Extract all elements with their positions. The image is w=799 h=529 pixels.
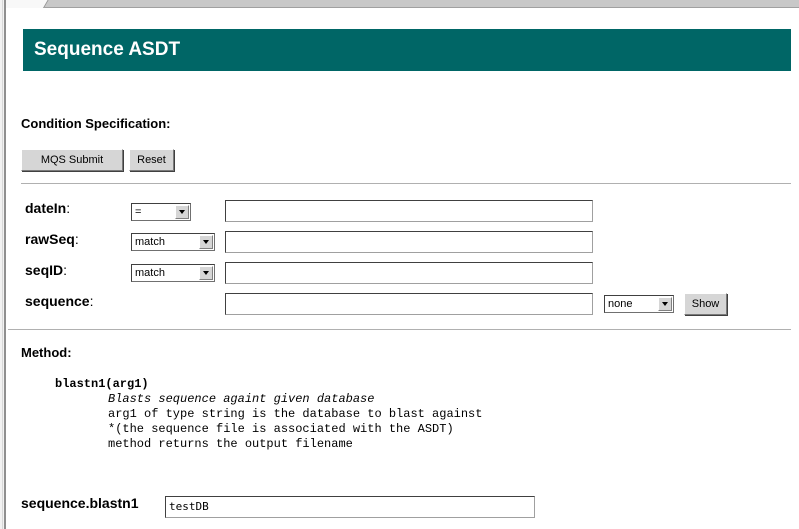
blastn1-arg-input[interactable]: testDB — [165, 496, 535, 518]
datein-operator-select[interactable]: = — [131, 203, 191, 221]
method-description-block: blastn1(arg1) Blasts sequence againt giv… — [55, 377, 482, 452]
datein-value-input[interactable] — [225, 200, 593, 222]
method-signature: blastn1(arg1) — [55, 377, 149, 391]
rawseq-operator-select[interactable]: match — [131, 233, 215, 251]
method-input-label: sequence.blastn1 — [21, 495, 139, 511]
chevron-down-icon — [658, 297, 672, 311]
field-label-sequence: sequence: — [25, 293, 94, 309]
browser-left-frame — [0, 0, 6, 529]
chevron-down-icon — [199, 266, 213, 280]
reset-button[interactable]: Reset — [129, 149, 174, 171]
chevron-down-icon — [199, 235, 213, 249]
sequence-display-select[interactable]: none — [604, 295, 674, 313]
field-label-rawseq: rawSeq: — [25, 231, 79, 247]
rawseq-value-input[interactable] — [225, 231, 593, 253]
browser-top-frame — [0, 0, 799, 8]
page-banner: Sequence ASDT — [23, 29, 791, 71]
divider-bottom — [8, 329, 791, 331]
page-title: Sequence ASDT — [34, 39, 181, 60]
sequence-value-input[interactable] — [225, 293, 593, 315]
condition-spec-heading: Condition Specification: — [21, 116, 171, 131]
seqid-value-input[interactable] — [225, 262, 593, 284]
field-label-seqid: seqID: — [25, 262, 68, 278]
mqs-submit-button[interactable]: MQS Submit — [21, 149, 123, 171]
divider-top — [21, 183, 791, 185]
method-description: Blasts sequence againt given database — [108, 392, 375, 406]
method-heading: Method: — [21, 345, 72, 360]
browser-tab-edge — [0, 0, 49, 8]
field-label-datein: dateIn: — [25, 200, 71, 216]
method-detail-line: method returns the output filename — [108, 437, 353, 451]
seqid-operator-select[interactable]: match — [131, 264, 215, 282]
method-detail-line: arg1 of type string is the database to b… — [108, 407, 483, 421]
method-detail-line: *(the sequence file is associated with t… — [108, 422, 454, 436]
chevron-down-icon — [175, 205, 189, 219]
show-button[interactable]: Show — [684, 293, 727, 315]
